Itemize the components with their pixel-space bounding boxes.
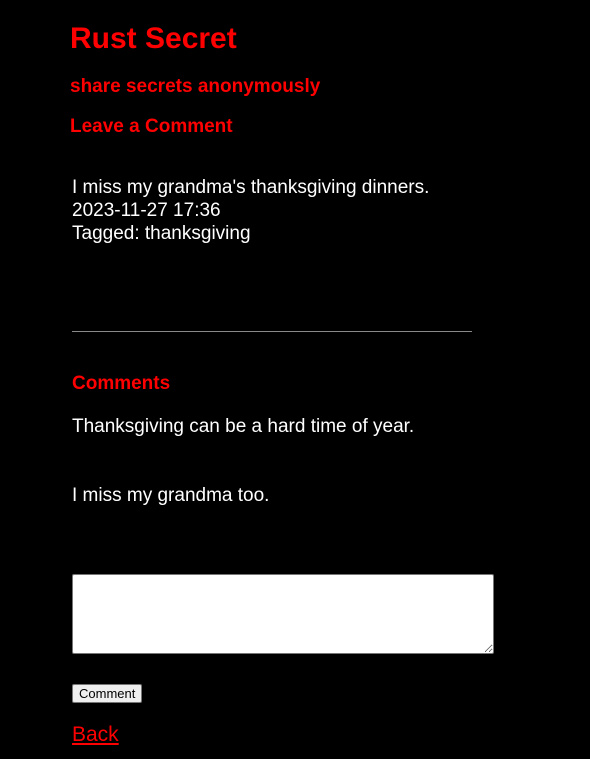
comments-heading: Comments (72, 373, 171, 394)
comment-textarea[interactable] (72, 574, 494, 654)
comment-item: I miss my grandma too. (72, 485, 270, 506)
secret-tags: Tagged: thanksgiving (72, 223, 251, 244)
secret-post: I miss my grandma's thanksgiving dinners… (72, 176, 492, 245)
back-link[interactable]: Back (72, 723, 119, 747)
secret-timestamp: 2023-11-27 17:36 (72, 200, 221, 221)
leave-comment-heading: Leave a Comment (70, 116, 233, 137)
divider (72, 331, 472, 332)
site-tagline: share secrets anonymously (70, 76, 321, 97)
comment-item: Thanksgiving can be a hard time of year. (72, 416, 415, 437)
secret-text: I miss my grandma's thanksgiving dinners… (72, 177, 430, 198)
comment-button[interactable]: Comment (72, 684, 143, 703)
site-title: Rust Secret (70, 22, 237, 55)
